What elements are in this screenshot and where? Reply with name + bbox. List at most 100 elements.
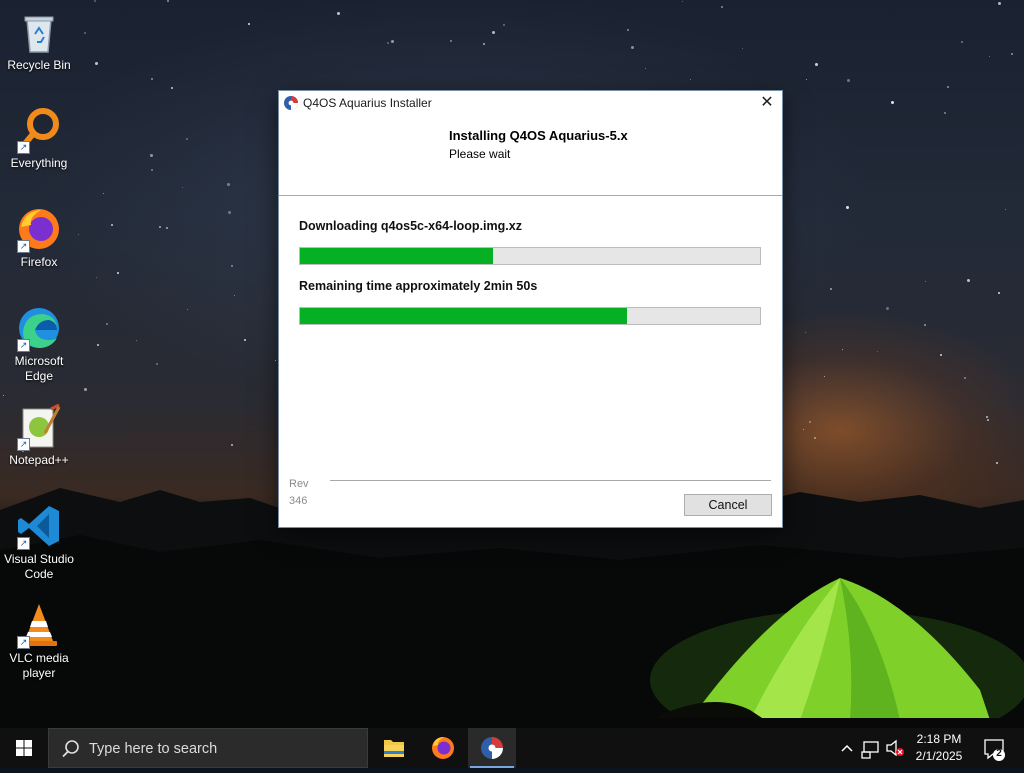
desktop-icon-vscode[interactable]: ↗ Visual Studio Code <box>2 502 76 582</box>
search-icon <box>62 740 79 758</box>
star <box>886 307 889 310</box>
star <box>830 288 832 290</box>
star <box>803 429 804 430</box>
footer-divider <box>330 480 771 481</box>
taskbar-q4os-installer[interactable] <box>468 728 516 768</box>
shortcut-arrow-icon: ↗ <box>17 339 30 352</box>
star <box>151 169 153 171</box>
network-tray-button[interactable] <box>860 728 882 768</box>
clock-time[interactable]: 2:18 PM <box>904 732 974 746</box>
star <box>103 193 104 194</box>
star <box>806 79 807 80</box>
star <box>961 41 963 43</box>
install-subheading: Please wait <box>449 147 511 161</box>
recycle-bin-icon <box>15 8 63 56</box>
star <box>742 48 743 49</box>
star <box>986 416 988 418</box>
revision-number: 346 <box>289 495 308 507</box>
star <box>964 377 966 379</box>
desktop-icon-label: Microsoft Edge <box>14 354 64 383</box>
star <box>150 154 153 157</box>
chevron-up-icon <box>841 744 853 752</box>
star <box>3 395 4 396</box>
star <box>96 277 97 278</box>
show-hidden-icons-button[interactable] <box>838 728 856 768</box>
star <box>187 309 188 310</box>
notepad-plus-plus-icon: ↗ <box>15 403 63 451</box>
star <box>156 363 158 365</box>
remaining-time-text: Remaining time approximately 2min 50s <box>299 279 538 293</box>
star <box>106 323 108 325</box>
notification-center-button[interactable]: 2 <box>980 728 1010 768</box>
desktop-icon-edge[interactable]: ↗ Microsoft Edge <box>2 304 76 384</box>
star <box>1005 209 1006 210</box>
star <box>151 78 153 80</box>
star <box>998 292 1000 294</box>
windows-logo-icon <box>16 740 32 756</box>
star <box>682 1 683 2</box>
star <box>1011 53 1013 55</box>
taskbar: Type here to search 2:18 PM 2/1/2025 2 <box>0 728 1024 768</box>
vlc-icon: ↗ <box>15 601 63 649</box>
star <box>231 265 233 267</box>
star <box>95 62 98 65</box>
star <box>721 6 723 8</box>
taskbar-firefox[interactable] <box>419 728 467 768</box>
star <box>483 43 485 45</box>
star <box>947 86 949 88</box>
window-titlebar[interactable]: Q4OS Aquarius Installer ✕ <box>279 91 782 115</box>
shortcut-arrow-icon: ↗ <box>17 141 30 154</box>
clock-date[interactable]: 2/1/2025 <box>904 749 974 763</box>
desktop-icon-notepad-plus-plus[interactable]: ↗ Notepad++ <box>2 403 76 468</box>
star <box>248 23 250 25</box>
star <box>846 206 849 209</box>
star <box>387 42 389 44</box>
star <box>166 227 168 229</box>
overall-progress-bar <box>299 307 761 325</box>
start-button[interactable] <box>0 728 48 768</box>
desktop-icon-firefox[interactable]: ↗ Firefox <box>2 205 76 270</box>
desktop-icon-label: Everything <box>10 156 68 170</box>
revision-caption: Rev <box>289 478 309 490</box>
star <box>842 349 843 350</box>
firefox-icon: ↗ <box>15 205 63 253</box>
desktop-icon-vlc[interactable]: ↗ VLC media player <box>2 601 76 681</box>
star <box>940 354 942 356</box>
desktop-icon-everything[interactable]: ↗ Everything <box>2 106 76 171</box>
star <box>944 112 946 114</box>
volume-tray-button[interactable] <box>884 728 906 768</box>
cancel-button[interactable]: Cancel <box>684 494 772 516</box>
star <box>171 87 173 89</box>
file-explorer-icon <box>384 740 404 757</box>
star <box>805 332 806 333</box>
star <box>84 388 87 391</box>
firefox-icon <box>432 737 454 759</box>
star <box>227 183 230 186</box>
star <box>167 0 169 2</box>
star <box>631 46 634 49</box>
q4os-installer-icon <box>481 737 503 759</box>
star <box>814 437 816 439</box>
install-heading: Installing Q4OS Aquarius-5.x <box>449 128 628 143</box>
download-status-text: Downloading q4os5c-x64-loop.img.xz <box>299 219 522 233</box>
star <box>877 351 878 352</box>
shortcut-arrow-icon: ↗ <box>17 537 30 550</box>
revision-label: Rev 346 <box>289 476 309 510</box>
star <box>337 12 340 15</box>
star <box>182 187 183 188</box>
star <box>503 24 505 26</box>
shortcut-arrow-icon: ↗ <box>17 240 30 253</box>
glowing-tent <box>650 578 1024 728</box>
star <box>159 226 161 228</box>
taskbar-file-explorer[interactable] <box>370 728 418 768</box>
star <box>987 419 989 421</box>
star <box>97 344 99 346</box>
desktop-icon-label: Recycle Bin <box>7 58 71 72</box>
desktop-icon-label: VLC media player <box>9 651 69 680</box>
star <box>809 421 811 423</box>
edge-icon: ↗ <box>15 304 63 352</box>
taskbar-search-box[interactable]: Type here to search <box>48 728 368 768</box>
desktop-background: Recycle Bin ↗ Everything ↗ Firefox ↗ Mic… <box>0 0 1024 728</box>
desktop-icon-recycle-bin[interactable]: Recycle Bin <box>2 8 76 73</box>
close-button[interactable]: ✕ <box>752 91 782 115</box>
